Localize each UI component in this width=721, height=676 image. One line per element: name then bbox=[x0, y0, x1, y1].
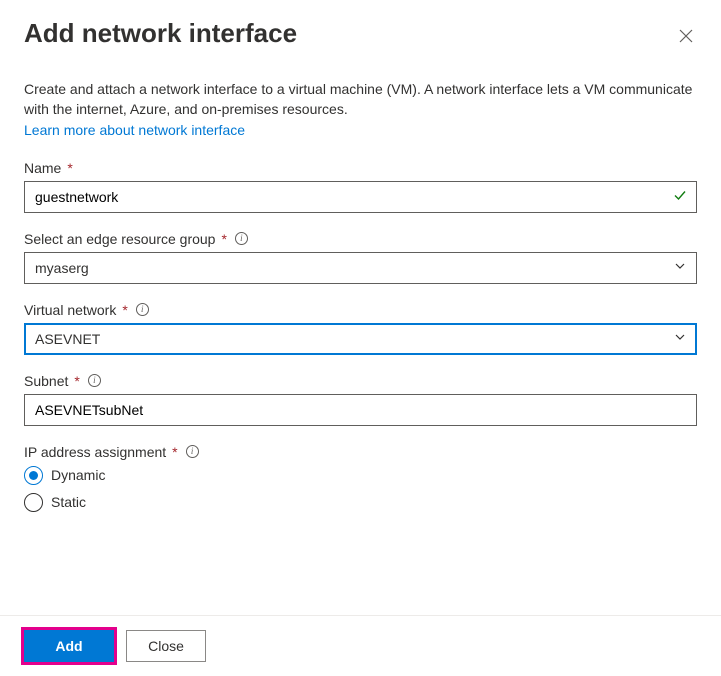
name-label: Name bbox=[24, 160, 61, 176]
resource-group-select[interactable]: myaserg bbox=[24, 252, 697, 284]
radio-icon bbox=[24, 466, 43, 485]
resource-group-label: Select an edge resource group bbox=[24, 231, 215, 247]
info-icon[interactable]: i bbox=[88, 374, 101, 387]
add-button[interactable]: Add bbox=[24, 630, 114, 662]
page-title: Add network interface bbox=[24, 18, 297, 49]
radio-static[interactable]: Static bbox=[24, 493, 697, 512]
chevron-down-icon bbox=[674, 331, 686, 346]
subnet-label: Subnet bbox=[24, 373, 68, 389]
resource-group-value: myaserg bbox=[35, 260, 89, 276]
required-star: * bbox=[74, 373, 79, 389]
info-icon[interactable]: i bbox=[186, 445, 199, 458]
close-icon[interactable] bbox=[675, 24, 697, 50]
required-star: * bbox=[67, 160, 72, 176]
close-button[interactable]: Close bbox=[126, 630, 206, 662]
vnet-select[interactable]: ASEVNET bbox=[24, 323, 697, 355]
vnet-label: Virtual network bbox=[24, 302, 116, 318]
required-star: * bbox=[122, 302, 127, 318]
vnet-value: ASEVNET bbox=[35, 331, 100, 347]
radio-static-label: Static bbox=[51, 494, 86, 510]
required-star: * bbox=[172, 444, 177, 460]
required-star: * bbox=[221, 231, 226, 247]
description-text: Create and attach a network interface to… bbox=[24, 79, 697, 120]
subnet-input[interactable] bbox=[24, 394, 697, 426]
name-input[interactable] bbox=[24, 181, 697, 213]
learn-more-link[interactable]: Learn more about network interface bbox=[24, 122, 245, 138]
radio-dynamic[interactable]: Dynamic bbox=[24, 466, 697, 485]
chevron-down-icon bbox=[674, 260, 686, 275]
radio-dynamic-label: Dynamic bbox=[51, 467, 105, 483]
info-icon[interactable]: i bbox=[136, 303, 149, 316]
info-icon[interactable]: i bbox=[235, 232, 248, 245]
radio-icon bbox=[24, 493, 43, 512]
ip-assignment-label: IP address assignment bbox=[24, 444, 166, 460]
